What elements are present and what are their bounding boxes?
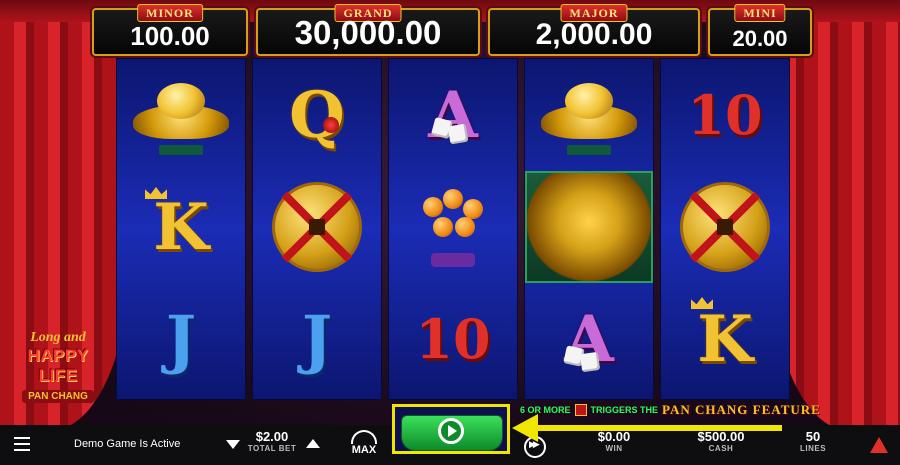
jackpot-grand: GRAND 30,000.00	[256, 4, 480, 56]
logo-line2: HAPPY LIFE	[27, 346, 89, 385]
spin-button[interactable]	[401, 415, 503, 451]
banner-middle: TRIGGERS THE	[590, 405, 659, 415]
reel-2: Q J	[252, 58, 382, 400]
provider-logo-icon	[870, 437, 888, 453]
jackpot-major-value: 2,000.00	[535, 18, 653, 51]
reel-1: K J	[116, 58, 246, 400]
jackpot-mini: MINI 20.00	[708, 4, 812, 56]
symbol-orange-tree	[389, 171, 517, 283]
jackpot-mini-value: 20.00	[732, 26, 788, 51]
total-bet: $2.00 TOTAL BET	[244, 429, 300, 453]
jackpot-minor-label: MINOR	[137, 4, 203, 22]
symbol-j: J	[165, 301, 197, 377]
symbol-gold-ingot	[525, 59, 653, 171]
lines-display: 50 LINES	[796, 429, 830, 453]
symbol-gold-coin	[661, 171, 789, 283]
logo-line3: PAN CHANG	[22, 390, 94, 403]
symbol-j: J	[301, 301, 333, 377]
bet-increase-icon[interactable]	[306, 439, 320, 448]
play-icon	[438, 418, 464, 444]
symbol-ten: 10	[415, 307, 491, 371]
jackpot-minor: MINOR 100.00	[92, 4, 248, 56]
reel-3: A 10	[388, 58, 518, 400]
jackpot-major: MAJOR 2,000.00	[488, 4, 700, 56]
reel-4: A	[524, 58, 654, 400]
symbol-gold-ingot	[117, 59, 245, 171]
coin-mini-icon	[574, 404, 587, 416]
game-stage: MINOR 100.00 GRAND 30,000.00 MAJOR 2,000…	[0, 0, 900, 465]
spin-button-highlight	[392, 404, 510, 454]
feature-banner: 6 OR MORE TRIGGERS THE PAN CHANG FEATURE	[520, 402, 850, 418]
pointer-arrow-icon	[512, 414, 782, 442]
symbol-k: K	[117, 171, 245, 283]
jackpot-mini-label: MINI	[734, 4, 786, 22]
symbol-k: K	[661, 283, 789, 395]
symbol-q: Q	[289, 77, 345, 153]
banner-feature-name: PAN CHANG FEATURE	[662, 402, 821, 417]
game-logo: Long and HAPPY LIFE PAN CHANG	[6, 330, 110, 410]
symbol-a: A	[428, 77, 478, 153]
lines-label: LINES	[799, 444, 827, 453]
logo-line1: Long and	[30, 330, 86, 345]
total-bet-label: TOTAL BET	[247, 444, 297, 453]
lines-value: 50	[805, 429, 821, 444]
bet-decrease-icon[interactable]	[226, 440, 240, 449]
gauge-icon	[351, 430, 377, 444]
win-label: WIN	[605, 444, 623, 453]
demo-status-text: Demo Game Is Active	[74, 438, 181, 450]
cash-label: CASH	[708, 444, 734, 453]
symbol-ten: 10	[687, 83, 763, 147]
symbol-gold-coin	[253, 171, 381, 283]
total-bet-value: $2.00	[255, 429, 289, 444]
symbol-a: A	[563, 301, 614, 377]
jackpot-grand-value: 30,000.00	[294, 14, 442, 51]
max-bet-button[interactable]: MAX	[344, 430, 384, 462]
jackpot-minor-value: 100.00	[130, 21, 210, 51]
symbol-dragon-treasure	[525, 171, 653, 283]
menu-icon[interactable]	[14, 437, 30, 451]
max-bet-label: MAX	[351, 444, 377, 456]
reel-5: 10 K	[660, 58, 790, 400]
